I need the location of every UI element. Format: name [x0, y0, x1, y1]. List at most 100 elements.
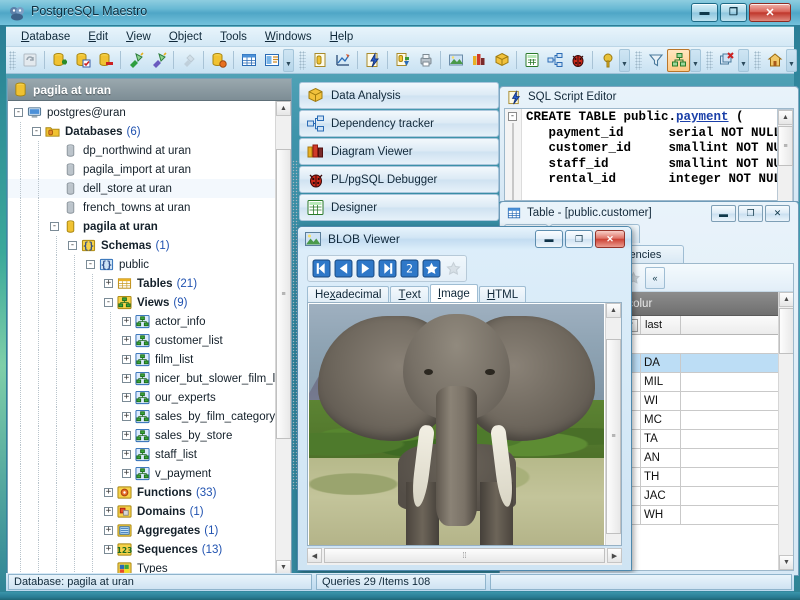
grid-cell[interactable]: JAC — [641, 487, 681, 505]
expand-node-icon[interactable]: + — [104, 545, 113, 554]
blob-image-horizontal-scrollbar[interactable]: ◀ ⁞⁞ ▶ — [307, 548, 622, 565]
load-blob-icon[interactable] — [421, 258, 442, 279]
filter-icon[interactable] — [644, 49, 667, 72]
delete-database-icon[interactable] — [94, 49, 117, 72]
object-tree[interactable]: -postgres@uran-Databases(6)dp_northwind … — [8, 101, 291, 575]
refresh-icon[interactable]: 2 — [399, 258, 420, 279]
first-record-icon[interactable] — [311, 258, 332, 279]
tree-node-aggregates[interactable]: +Aggregates(1) — [8, 521, 291, 540]
next-record-icon[interactable] — [355, 258, 376, 279]
toolbar-grip[interactable] — [9, 51, 16, 70]
grid-cell[interactable]: WH — [641, 506, 681, 524]
tree-node-tables[interactable]: +Tables(21) — [8, 274, 291, 293]
tool-button-data-analysis[interactable]: Data Analysis — [299, 82, 499, 109]
tree-vertical-scrollbar[interactable]: ▲ ≡ ▼ — [275, 101, 291, 575]
blob-viewer-titlebar[interactable]: BLOB Viewer ▬ ❐ ✕ — [298, 227, 631, 250]
blob-maximize-button[interactable]: ❐ — [565, 230, 593, 248]
grid-cell[interactable]: AN — [641, 449, 681, 467]
tree-node-databases[interactable]: -Databases(6) — [8, 122, 291, 141]
tree-node-postgres-uran[interactable]: -postgres@uran — [8, 103, 291, 122]
tree-node-customer-list[interactable]: +customer_list — [8, 331, 291, 350]
collapse-node-icon[interactable]: - — [50, 222, 59, 231]
prev-record-icon[interactable] — [333, 258, 354, 279]
tree-node-sales-by-store[interactable]: +sales_by_store — [8, 426, 291, 445]
sql-code-text[interactable]: CREATE TABLE public.payment ( payment_id… — [526, 110, 793, 200]
extract-database-icon[interactable] — [391, 49, 414, 72]
tree-node-v-payment[interactable]: +v_payment — [8, 464, 291, 483]
blob-minimize-button[interactable]: ▬ — [535, 230, 563, 248]
gold-key-icon[interactable] — [596, 49, 619, 72]
connect-icon[interactable] — [124, 49, 147, 72]
expand-node-icon[interactable]: + — [122, 336, 131, 345]
tree-node-nicer-but-slower-film-list[interactable]: +nicer_but_slower_film_list — [8, 369, 291, 388]
expand-node-icon[interactable]: + — [104, 488, 113, 497]
grid-cell[interactable]: DA — [641, 354, 681, 372]
collapse-node-icon[interactable]: - — [68, 241, 77, 250]
tool-button-designer[interactable]: Designer — [299, 194, 499, 221]
disconnect-icon[interactable] — [147, 49, 170, 72]
debugger-icon[interactable] — [566, 49, 589, 72]
tree-node-sales-by-film-category[interactable]: +sales_by_film_category — [8, 407, 291, 426]
tree-node-domains[interactable]: +Domains(1) — [8, 502, 291, 521]
menu-windows[interactable]: Windows — [256, 29, 321, 45]
tree-node-actor-info[interactable]: +actor_info — [8, 312, 291, 331]
toolbar-grip[interactable] — [754, 51, 761, 70]
tree-node-pagila-import-at-uran[interactable]: pagila_import at uran — [8, 160, 291, 179]
tree-node-staff-list[interactable]: +staff_list — [8, 445, 291, 464]
toolbar-overflow-3[interactable]: ▼ — [690, 49, 701, 72]
expand-node-icon[interactable]: + — [122, 355, 131, 364]
link-icon[interactable] — [177, 49, 200, 72]
tree-node-functions[interactable]: +Functions(33) — [8, 483, 291, 502]
scroll-thumb[interactable]: ≡ — [606, 339, 621, 534]
home-icon[interactable] — [763, 49, 786, 72]
last-record-icon[interactable] — [377, 258, 398, 279]
tree-node-pagila-at-uran[interactable]: -pagila at uran — [8, 217, 291, 236]
print-icon[interactable] — [414, 49, 437, 72]
clear-blob-icon[interactable] — [443, 258, 464, 279]
close-all-windows-icon[interactable] — [715, 49, 738, 72]
toolbar-grip[interactable] — [635, 51, 642, 70]
tab-image[interactable]: Image — [430, 284, 478, 303]
database-properties-icon[interactable] — [207, 49, 230, 72]
scroll-thumb[interactable]: ≡ — [778, 126, 793, 166]
new-database-icon[interactable] — [48, 49, 71, 72]
tree-node-french-towns-at-uran[interactable]: french_towns at uran — [8, 198, 291, 217]
tree-node-public[interactable]: -{}public — [8, 255, 291, 274]
scroll-thumb[interactable] — [779, 308, 794, 354]
sql-document-icon[interactable] — [308, 49, 331, 72]
sql-editor-vertical-scrollbar[interactable]: ▲ ≡ — [777, 109, 793, 203]
fold-collapse-icon[interactable]: - — [508, 112, 517, 121]
expand-node-icon[interactable]: + — [122, 317, 131, 326]
scroll-up-arrow[interactable]: ▲ — [779, 292, 794, 307]
table-minimize-button[interactable]: ▬ — [711, 205, 736, 222]
maximize-button[interactable]: ❐ — [720, 3, 747, 22]
collapse-node-icon[interactable]: - — [104, 298, 113, 307]
tree-node-dp-northwind-at-uran[interactable]: dp_northwind at uran — [8, 141, 291, 160]
diagram-viewer-icon[interactable] — [667, 49, 690, 72]
expand-node-icon[interactable]: + — [122, 431, 131, 440]
scroll-right-arrow[interactable]: ▶ — [607, 548, 622, 563]
table-maximize-button[interactable]: ❐ — [738, 205, 763, 222]
minimize-button[interactable]: ▬ — [691, 3, 718, 22]
dependency-icon[interactable] — [543, 49, 566, 72]
menu-tools[interactable]: Tools — [211, 29, 256, 45]
toolbar-overflow-4[interactable]: ▼ — [738, 49, 749, 72]
scroll-thumb[interactable]: ⁞⁞ — [324, 548, 605, 563]
grid-vertical-scrollbar[interactable]: ▲ ▼ — [778, 292, 793, 570]
menu-edit[interactable]: Edit — [79, 29, 117, 45]
table-close-button[interactable]: ✕ — [765, 205, 790, 222]
toolbar-overflow-5[interactable]: ▼ — [786, 49, 797, 72]
menu-database[interactable]: Database — [12, 29, 79, 45]
tab-hexadecimal[interactable]: Hexadecimal — [307, 286, 389, 303]
bar-chart-icon[interactable] — [467, 49, 490, 72]
tree-node-dell-store-at-uran[interactable]: dell_store at uran — [8, 179, 291, 198]
grid-cell[interactable]: TA — [641, 430, 681, 448]
sql-editor-body[interactable]: - CREATE TABLE public.payment ( payment_… — [504, 108, 794, 201]
image-icon[interactable] — [444, 49, 467, 72]
collapse-node-icon[interactable]: - — [32, 127, 41, 136]
expand-node-icon[interactable]: + — [104, 526, 113, 535]
tool-button-pl-pgsql-debugger[interactable]: PL/pgSQL Debugger — [299, 166, 499, 193]
menu-help[interactable]: Help — [321, 29, 363, 45]
collapse-node-icon[interactable]: - — [86, 260, 95, 269]
prev-page-icon[interactable]: « — [645, 267, 665, 289]
